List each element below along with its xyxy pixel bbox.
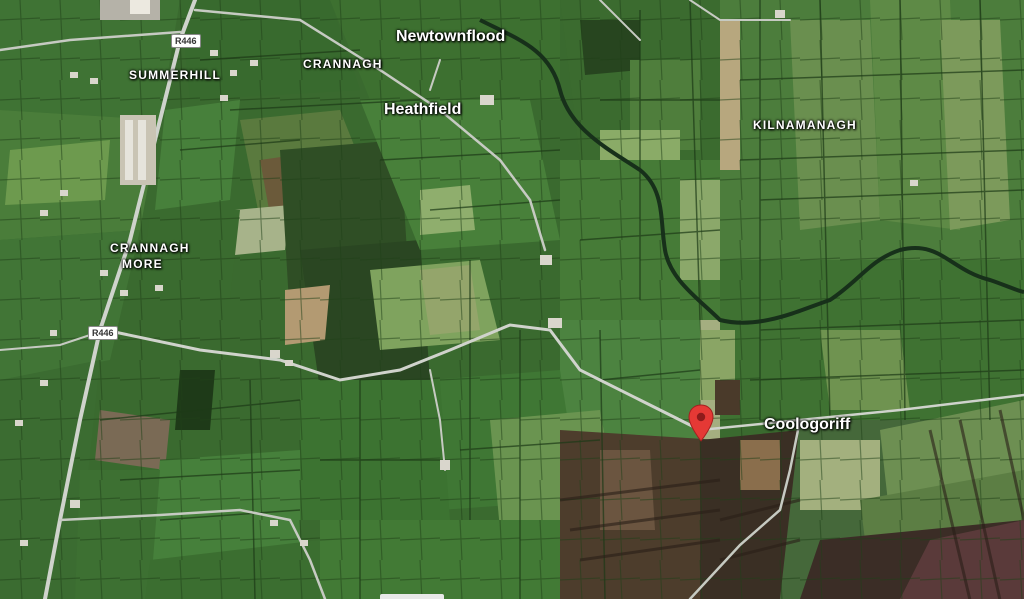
townland-label-crannagh-more-line1: CRANNAGH: [110, 241, 190, 255]
map-pin-icon[interactable]: [688, 404, 714, 447]
bottom-sheet-handle[interactable]: [380, 594, 444, 599]
place-label-newtownflood[interactable]: Newtownflood: [396, 28, 505, 46]
townland-label-kilnamanagh: KILNAMANAGH: [753, 118, 857, 132]
satellite-imagery: [0, 0, 1024, 599]
townland-label-crannagh: CRANNAGH: [303, 57, 383, 71]
road-shield-r446-top: R446: [171, 34, 201, 48]
townland-label-summerhill: SUMMERHILL: [129, 68, 221, 82]
place-label-coologoriff[interactable]: Coologoriff: [764, 416, 850, 434]
satellite-map[interactable]: Newtownflood Heathfield Coologoriff SUMM…: [0, 0, 1024, 599]
road-shield-r446-mid: R446: [88, 326, 118, 340]
place-label-heathfield[interactable]: Heathfield: [384, 101, 461, 119]
townland-label-crannagh-more-line2: MORE: [122, 257, 163, 271]
